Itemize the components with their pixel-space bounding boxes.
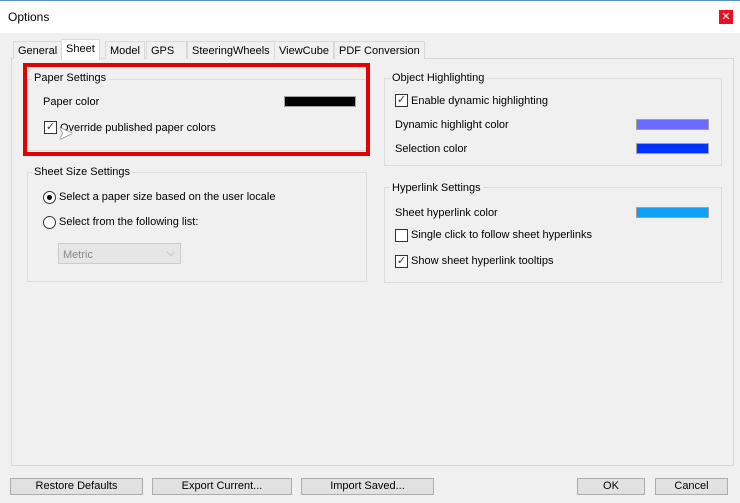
dynamic-highlight-color-label: Dynamic highlight color xyxy=(395,119,509,131)
ok-button[interactable]: OK xyxy=(577,478,645,495)
dropdown-value: Metric xyxy=(63,249,93,261)
annotation-highlight-box xyxy=(23,63,370,156)
single-click-label: Single click to follow sheet hyperlinks xyxy=(411,229,592,241)
cancel-button[interactable]: Cancel xyxy=(655,478,728,495)
hyperlink-color-label: Sheet hyperlink color xyxy=(395,207,498,219)
tab-steeringwheels[interactable]: SteeringWheels xyxy=(187,41,275,59)
tab-viewcube[interactable]: ViewCube xyxy=(274,41,334,59)
title-bar xyxy=(0,0,740,33)
hyperlink-color-swatch[interactable] xyxy=(636,207,709,218)
object-highlighting-title: Object Highlighting xyxy=(390,72,487,84)
tab-sheet[interactable]: Sheet xyxy=(61,39,100,60)
tab-model[interactable]: Model xyxy=(105,41,145,59)
tab-pdf-conversion[interactable]: PDF Conversion xyxy=(334,41,425,59)
locale-size-label: Select a paper size based on the user lo… xyxy=(59,191,276,203)
sheet-size-title: Sheet Size Settings xyxy=(32,166,133,178)
window-title: Options xyxy=(8,10,50,24)
restore-defaults-button[interactable]: Restore Defaults xyxy=(10,478,143,495)
enable-dynamic-highlighting-checkbox[interactable]: ✓ xyxy=(395,94,408,107)
show-tooltips-checkbox[interactable]: ✓ xyxy=(395,255,408,268)
hyperlink-settings-title: Hyperlink Settings xyxy=(390,182,483,194)
locale-size-radio[interactable] xyxy=(43,191,56,204)
list-size-label: Select from the following list: xyxy=(59,216,199,228)
enable-dynamic-highlighting-label: Enable dynamic highlighting xyxy=(411,95,548,107)
tab-gps[interactable]: GPS xyxy=(146,41,187,59)
paper-size-dropdown[interactable]: Metric ⌵ xyxy=(58,243,181,264)
single-click-checkbox[interactable] xyxy=(395,229,408,242)
chevron-down-icon: ⌵ xyxy=(166,247,175,259)
dynamic-highlight-color-swatch[interactable] xyxy=(636,119,709,130)
close-icon[interactable]: ✕ xyxy=(719,10,733,24)
import-saved-button[interactable]: Import Saved... xyxy=(301,478,434,495)
selection-color-label: Selection color xyxy=(395,143,468,155)
tab-general[interactable]: General xyxy=(13,41,63,59)
list-size-radio[interactable] xyxy=(43,216,56,229)
show-tooltips-label: Show sheet hyperlink tooltips xyxy=(411,255,554,267)
selection-color-swatch[interactable] xyxy=(636,143,709,154)
export-current-button[interactable]: Export Current... xyxy=(152,478,292,495)
